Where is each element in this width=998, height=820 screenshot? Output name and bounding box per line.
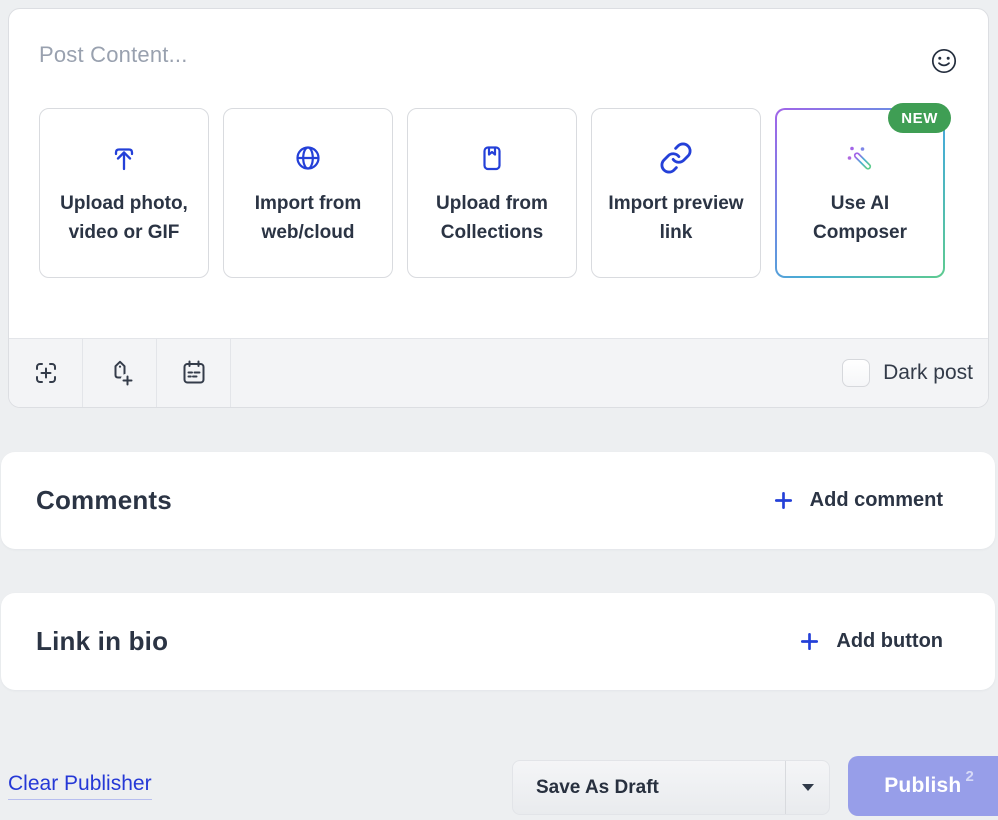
- import-web-cloud-button[interactable]: Import from web/cloud: [223, 108, 393, 278]
- add-button-label: Add button: [836, 630, 943, 653]
- add-button-button[interactable]: Add button: [798, 630, 943, 653]
- emoji-picker-button[interactable]: [928, 45, 960, 77]
- upload-collections-button[interactable]: Upload from Collections: [407, 108, 577, 278]
- clear-publisher-link[interactable]: Clear Publisher: [8, 772, 152, 800]
- dark-post-label: Dark post: [883, 361, 973, 385]
- chevron-down-icon: [802, 784, 814, 791]
- source-card-label: Use AI Composer: [777, 189, 943, 247]
- publish-button[interactable]: Publish 2: [848, 756, 998, 816]
- schedule-button[interactable]: [157, 339, 231, 407]
- post-publisher: Post Content...: [0, 0, 998, 820]
- upload-media-button[interactable]: Upload photo, video or GIF: [39, 108, 209, 278]
- source-card-label: Import preview link: [592, 189, 760, 247]
- save-as-draft-label: Save As Draft: [513, 777, 785, 799]
- link-in-bio-title: Link in bio: [36, 626, 168, 657]
- source-card-label: Upload photo, video or GIF: [40, 189, 208, 247]
- use-ai-composer-button[interactable]: NEW: [775, 108, 945, 278]
- plus-icon: [798, 630, 821, 653]
- publish-label: Publish: [884, 774, 961, 798]
- add-tag-button[interactable]: [83, 339, 157, 407]
- publish-count-superscript: 2: [965, 768, 973, 785]
- new-badge: NEW: [888, 103, 951, 133]
- composer-toolbar: Dark post: [9, 338, 988, 407]
- comments-section: Comments Add comment: [1, 452, 995, 549]
- link-icon: [659, 140, 693, 176]
- comments-title: Comments: [36, 485, 172, 516]
- save-as-draft-button[interactable]: Save As Draft: [512, 760, 830, 815]
- save-draft-dropdown-toggle[interactable]: [785, 761, 829, 814]
- focus-crop-button[interactable]: [9, 339, 83, 407]
- dark-post-checkbox[interactable]: [842, 359, 870, 387]
- source-card-label: Import from web/cloud: [224, 189, 392, 247]
- media-source-options: Upload photo, video or GIF Import from w…: [39, 108, 945, 278]
- add-comment-button[interactable]: Add comment: [772, 489, 943, 512]
- upload-icon: [107, 140, 141, 176]
- globe-icon: [291, 140, 325, 176]
- dark-post-toggle[interactable]: Dark post: [842, 339, 988, 407]
- import-preview-link-button[interactable]: Import preview link: [591, 108, 761, 278]
- calendar-icon: [177, 356, 211, 390]
- add-tag-icon: [103, 356, 137, 390]
- smiley-icon: [929, 46, 959, 76]
- source-card-label: Upload from Collections: [408, 189, 576, 247]
- collections-icon: [475, 140, 509, 176]
- magic-wand-icon: [842, 140, 878, 176]
- post-composer-card: Post Content...: [8, 8, 989, 408]
- plus-icon: [772, 489, 795, 512]
- post-content-input[interactable]: Post Content...: [39, 42, 188, 68]
- focus-target-icon: [30, 357, 62, 389]
- add-comment-label: Add comment: [810, 489, 943, 512]
- link-in-bio-section: Link in bio Add button: [1, 593, 995, 690]
